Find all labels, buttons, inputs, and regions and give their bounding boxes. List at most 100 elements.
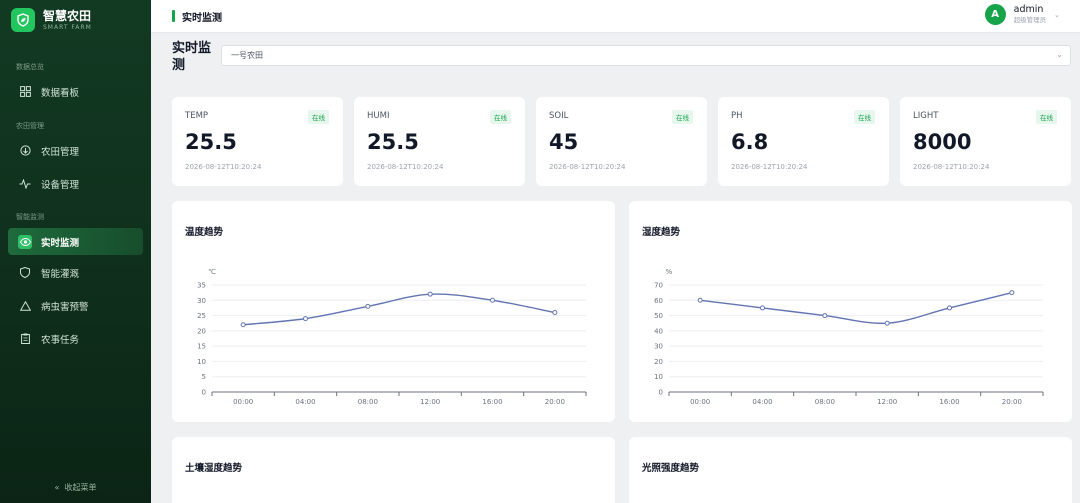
metric-label: HUMI [367,111,390,121]
metric-value: 25.5 [367,130,419,154]
sidebar-item-label: 智能灌溉 [41,268,80,280]
data-point [303,316,308,322]
metric-card-light: LIGHT 在线 8000 2026-08-12T10:20:24 [900,97,1071,186]
sidebar-item-label: 农田管理 [41,146,80,158]
temperature-chart-card: 温度趋势 ℃ 0 5 10 15 20 25 30 35 00:00 04:00 08:00 12:00… [172,201,615,422]
metric-timestamp: 2026-08-12T10:20:24 [913,163,990,171]
pulse-icon [18,177,32,191]
y-tick-label: 0 [659,389,663,397]
topbar: 实时监测 A admin 超级管理员 ⌄ [151,0,1080,33]
sidebar-item-label: 实时监测 [41,237,80,249]
sidebar: 智慧农田 SMART FARM 数据总览 数据看板 农田管理 农田管理 设备管理… [0,0,151,503]
x-tick-label: 04:00 [752,398,772,406]
y-tick-label: 70 [654,282,663,290]
y-tick-label: 10 [197,358,206,366]
sidebar-item-device-management[interactable]: 设备管理 [8,170,143,197]
y-tick-label: 40 [654,327,663,335]
metric-value: 8000 [913,130,972,154]
status-badge: 在线 [490,110,511,124]
soil-moisture-chart-card: 土壤湿度趋势 [172,437,615,503]
grid-icon [18,85,32,99]
data-point [760,305,765,311]
x-tick-label: 12:00 [420,398,440,406]
series-line [700,291,1012,325]
x-tick-label: 20:00 [545,398,565,406]
sidebar-item-label: 数据看板 [41,87,80,99]
user-name: admin [1013,3,1044,15]
metric-card-temp: TEMP 在线 25.5 2026-08-12T10:20:24 [172,97,343,186]
sidebar-item-farm-tasks[interactable]: 农事任务 [8,325,143,352]
brand-title: 智慧农田 [43,8,92,23]
warning-icon [18,299,32,313]
series-line [243,293,555,326]
y-tick-label: 60 [654,297,663,305]
nav-section-overview: 数据总览 [16,63,44,71]
metric-card-soil: SOIL 在线 45 2026-08-12T10:20:24 [536,97,707,186]
data-point [697,297,703,303]
brand-subtitle: SMART FARM [43,23,92,31]
sidebar-item-label: 农事任务 [41,334,80,346]
metric-card-humi: HUMI 在线 25.5 2026-08-12T10:20:24 [354,97,525,186]
metric-value: 6.8 [731,130,769,154]
temperature-line-chart: ℃ 0 5 10 15 20 25 30 35 00:00 04:00 08:00 12:00 16:00… [197,268,587,406]
eye-icon [18,234,32,249]
user-role: 超级管理员 [1013,15,1047,24]
data-point [490,297,495,303]
x-tick-label: 08:00 [358,398,378,406]
breadcrumb-accent-bar [172,10,175,22]
sidebar-item-pest-warning[interactable]: 病虫害预警 [8,292,143,319]
chart-title: 土壤湿度趋势 [185,463,243,474]
chart-title: 光照强度趋势 [642,463,700,474]
user-menu[interactable]: A admin 超级管理员 ⌄ [984,3,1060,25]
collapse-menu-button[interactable]: « 收起菜单 [0,482,151,493]
sidebar-item-label: 设备管理 [41,179,80,191]
sidebar-item-farm-management[interactable]: 农田管理 [8,137,143,164]
y-tick-label: 15 [197,343,206,351]
metric-card-ph: PH 在线 6.8 2026-08-12T10:20:24 [718,97,889,186]
x-tick-label: 20:00 [1002,398,1022,406]
metric-label: LIGHT [913,111,939,121]
leaf-shield-icon [11,8,35,32]
chevron-down-icon[interactable]: ⌄ [1054,11,1060,19]
sidebar-item-smart-irrigation[interactable]: 智能灌溉 [8,259,143,286]
x-tick-label: 08:00 [815,398,835,406]
x-tick-label: 16:00 [939,398,959,406]
y-axis-unit: ℃ [208,268,216,276]
brand-logo[interactable]: 智慧农田 SMART FARM [0,0,151,40]
sidebar-item-realtime-monitoring[interactable]: 实时监测 [8,228,143,255]
y-tick-label: 50 [654,312,663,320]
x-tick-label: 04:00 [295,398,315,406]
farm-select-value: 一号农田 [231,51,263,60]
data-point [365,303,371,309]
status-badge: 在线 [1036,110,1057,124]
metric-timestamp: 2026-08-12T10:20:24 [549,163,626,171]
data-point [552,310,558,316]
sidebar-item-dashboard[interactable]: 数据看板 [8,78,143,105]
status-badge: 在线 [672,110,693,124]
x-tick-label: 16:00 [482,398,502,406]
data-point [427,291,433,297]
metric-timestamp: 2026-08-12T10:20:24 [367,163,444,171]
y-tick-label: 0 [202,389,206,397]
collapse-menu-label: 收起菜单 [64,483,97,492]
metric-value: 25.5 [185,130,237,154]
avatar[interactable]: A [984,4,1006,25]
data-point [1009,290,1015,296]
y-tick-label: 25 [197,312,206,320]
y-axis-unit: % [666,268,673,276]
humidity-line-chart: % 0 10 20 30 40 50 60 70 00:00 04:00 08:00 12:00 16:0… [654,268,1044,406]
x-tick-label: 00:00 [690,398,710,406]
page-title: 实时监测 [172,41,212,73]
metric-value: 45 [549,130,579,154]
shield-icon [18,266,32,280]
status-badge: 在线 [854,110,875,124]
data-point [822,313,828,319]
y-tick-label: 20 [197,327,206,335]
farm-select[interactable]: 一号农田 ⌄ [221,45,1071,66]
metric-timestamp: 2026-08-12T10:20:24 [185,163,262,171]
y-tick-label: 5 [202,373,206,381]
light-intensity-chart-card: 光照强度趋势 [629,437,1072,503]
data-point [240,322,246,328]
y-tick-label: 35 [197,282,206,290]
status-badge: 在线 [308,110,329,124]
